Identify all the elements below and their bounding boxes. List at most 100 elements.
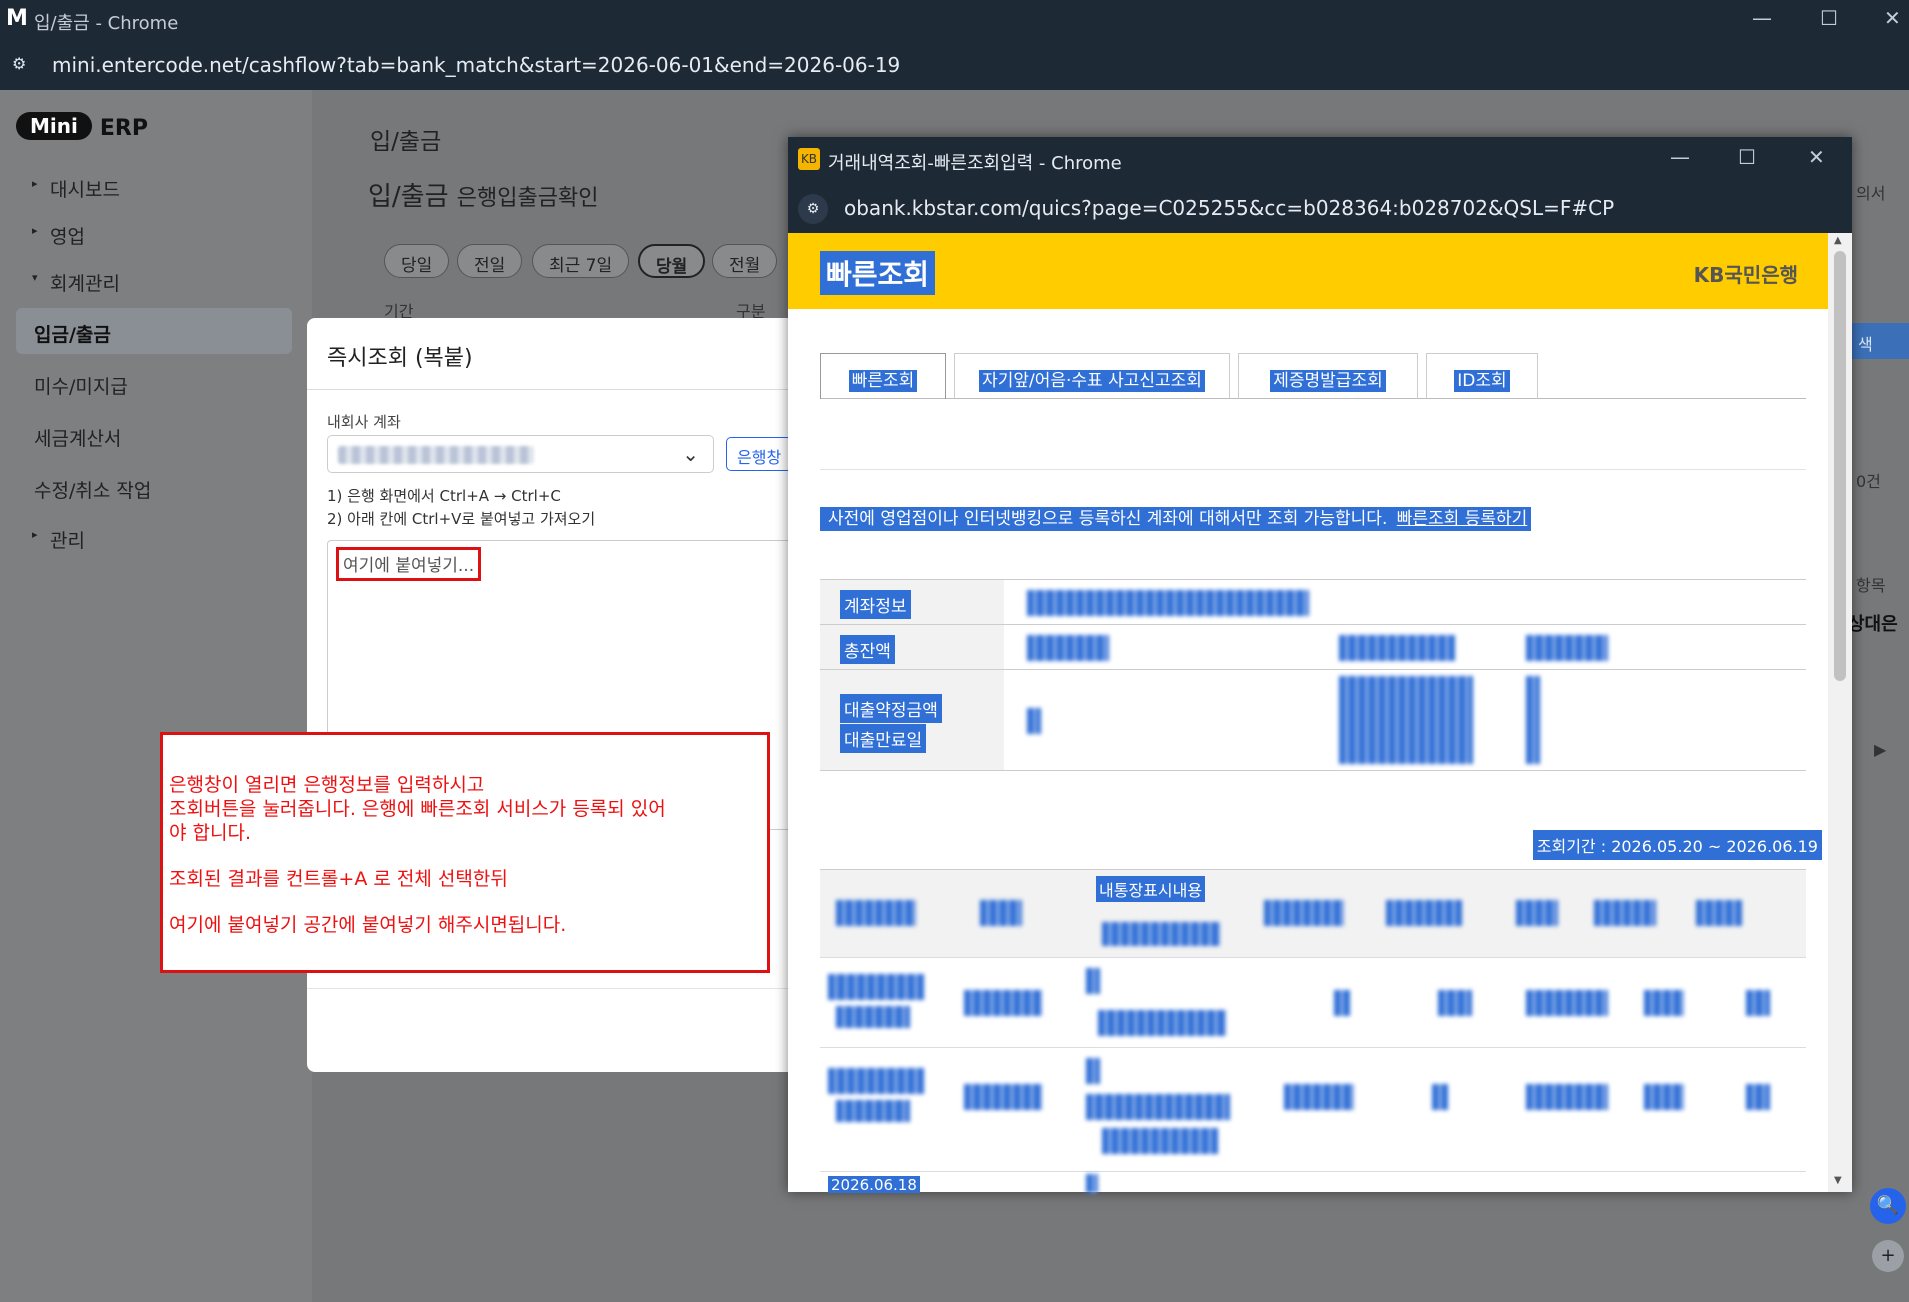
caret-down-icon: ▾ xyxy=(32,271,38,284)
note-line-2: 조회버튼을 눌러줍니다. 은행에 빠른조회 서비스가 등록되 있어 xyxy=(169,798,666,820)
chevron-down-icon: ⌄ xyxy=(682,442,699,466)
popup-site-settings-icon[interactable]: ⚙ xyxy=(798,194,828,224)
page-title: 입/출금 xyxy=(370,129,442,155)
note-line-4: 조회된 결과를 컨트롤+A 로 전체 선택한뒤 xyxy=(169,868,508,890)
loan-due-label: 대출만료일 xyxy=(840,724,927,753)
page-subtitle: 입/출금 은행입출금확인 xyxy=(368,176,598,213)
window-title: 입/출금 - Chrome xyxy=(34,13,179,34)
sidebar-item-label: 대시보드 xyxy=(50,179,120,201)
kb-tabs: 빠른조회 자기앞/어음·수표 사고신고조회 제증명발급조회 ID조회 xyxy=(820,353,1806,399)
popup-minimize-icon[interactable]: — xyxy=(1670,145,1690,169)
brand-erp: ERP xyxy=(99,116,148,141)
sidebar-item-label: 세금계산서 xyxy=(34,428,122,450)
bank-popup-window: KB 거래내역조회-빠른조회입력 - Chrome — ☐ ✕ ⚙ obank.… xyxy=(788,137,1852,1193)
table-header: 내통장표시내용 xyxy=(820,870,1806,958)
divider xyxy=(820,469,1806,470)
caret-right-icon: ▸ xyxy=(32,528,38,541)
popup-titlebar: KB 거래내역조회-빠른조회입력 - Chrome — ☐ ✕ xyxy=(788,137,1852,183)
filter-today[interactable]: 당일 xyxy=(384,244,450,278)
table-row[interactable] xyxy=(820,1048,1806,1172)
instruction-step-1: 1) 은행 화면에서 Ctrl+A → Ctrl+C xyxy=(327,487,561,505)
tab-label: 자기앞/어음·수표 사고신고조회 xyxy=(979,370,1205,392)
tab-label: ID조회 xyxy=(1454,370,1510,392)
add-fab-icon[interactable]: + xyxy=(1872,1240,1904,1272)
brand-logo[interactable]: Mini ERP xyxy=(16,112,148,141)
tab-id-query[interactable]: ID조회 xyxy=(1426,353,1538,399)
popup-address-bar[interactable]: ⚙ obank.kbstar.com/quics?page=C025255&cc… xyxy=(788,183,1852,233)
redacted-value xyxy=(1526,635,1608,661)
popup-url[interactable]: obank.kbstar.com/quics?page=C025255&cc=b… xyxy=(844,196,1614,220)
open-bank-window-button[interactable]: 은행창 xyxy=(726,437,792,471)
sidebar-item-label: 관리 xyxy=(50,530,85,552)
tab-label: 제증명발급조회 xyxy=(1270,370,1386,392)
instruction-annotation: 은행창이 열리면 은행정보를 입력하시고 조회버튼을 눌러줍니다. 은행에 빠른… xyxy=(160,732,770,973)
sidebar-item-dashboard[interactable]: ▸ 대시보드 xyxy=(16,163,292,209)
sidebar-item-label: 회계관리 xyxy=(50,273,120,295)
filter-yesterday[interactable]: 전일 xyxy=(457,244,523,278)
sidebar-item-admin[interactable]: ▸ 관리 xyxy=(16,514,292,560)
maximize-icon[interactable]: ☐ xyxy=(1820,6,1838,30)
popup-maximize-icon[interactable]: ☐ xyxy=(1738,145,1756,169)
account-select[interactable]: ⌄ xyxy=(327,435,714,473)
partial-row-date: 2026.06.18 xyxy=(828,1176,920,1193)
browser-titlebar: M 입/출금 - Chrome — ☐ ✕ xyxy=(0,0,1909,42)
scroll-up-icon[interactable]: ▲ xyxy=(1834,235,1842,246)
tab-certificate[interactable]: 제증명발급조회 xyxy=(1238,353,1418,399)
account-value-redacted xyxy=(338,446,534,464)
page-subtitle-main: 입/출금 xyxy=(368,182,449,212)
sidebar-item-accounting[interactable]: ▾ 회계관리 xyxy=(16,257,292,303)
sidebar-item-label: 수정/취소 작업 xyxy=(34,480,152,502)
filter-this-month[interactable]: 당월 xyxy=(638,244,706,278)
sidebar-item-label: 영업 xyxy=(50,226,85,248)
items-label: 항목 xyxy=(1856,576,1886,595)
total-balance-label: 총잔액 xyxy=(840,635,895,664)
tab-quick-query[interactable]: 빠른조회 xyxy=(820,353,946,399)
redacted-value xyxy=(1027,590,1309,616)
play-icon[interactable]: ▶ xyxy=(1874,740,1886,759)
kb-heading: 빠른조회 xyxy=(820,251,936,295)
right-doc-label: 의서 xyxy=(1856,184,1886,203)
popup-title: 거래내역조회-빠른조회입력 - Chrome xyxy=(828,153,1122,174)
sidebar-item-receivables[interactable]: 미수/미지급 xyxy=(16,360,292,406)
brand-mini: Mini xyxy=(16,112,92,140)
table-row[interactable] xyxy=(820,958,1806,1048)
scrollbar-thumb[interactable] xyxy=(1834,251,1846,681)
kb-favicon-icon: KB xyxy=(798,148,820,170)
app-logo-icon: M xyxy=(6,6,28,31)
url-text[interactable]: mini.entercode.net/cashflow?tab=bank_mat… xyxy=(52,53,900,77)
kb-header: 빠른조회 KB국민은행 xyxy=(788,233,1828,309)
tab-check-report[interactable]: 자기앞/어음·수표 사고신고조회 xyxy=(954,353,1230,399)
account-info-row: 계좌정보 xyxy=(820,579,1806,624)
search-fab-icon[interactable]: 🔍 xyxy=(1870,1188,1906,1224)
note-line-1: 은행창이 열리면 은행정보를 입력하시고 xyxy=(169,774,485,796)
popup-close-icon[interactable]: ✕ xyxy=(1808,145,1825,169)
instruction-step-2: 2) 아래 칸에 Ctrl+V로 붙여넣고 가져오기 xyxy=(327,510,596,528)
loan-row: 대출약정금액 대출만료일 xyxy=(820,669,1806,771)
scroll-down-icon[interactable]: ▼ xyxy=(1834,1175,1842,1186)
register-quick-query-link[interactable]: 빠른조회 등록하기 xyxy=(1397,509,1528,529)
sidebar-item-label: 입금/출금 xyxy=(34,324,111,346)
redacted-value xyxy=(1339,635,1455,661)
kb-bank-logo[interactable]: KB국민은행 xyxy=(1694,259,1798,288)
redacted-value xyxy=(1027,708,1041,734)
tab-label: 빠른조회 xyxy=(848,370,918,392)
note-line-5: 여기에 붙여넣기 공간에 붙여넣기 해주시면됩니다. xyxy=(169,914,567,936)
sidebar-item-corrections[interactable]: 수정/취소 작업 xyxy=(16,464,292,510)
sidebar-item-tax-invoice[interactable]: 세금계산서 xyxy=(16,412,292,458)
filter-last-month[interactable]: 전월 xyxy=(712,244,778,278)
caret-right-icon: ▸ xyxy=(32,224,38,237)
close-icon[interactable]: ✕ xyxy=(1884,6,1901,30)
account-info-label: 계좌정보 xyxy=(840,590,911,619)
page-subtitle-sub: 은행입출금확인 xyxy=(456,186,599,211)
popup-scrollbar[interactable]: ▲ ▼ xyxy=(1828,233,1852,1192)
address-bar[interactable]: ⚙ mini.entercode.net/cashflow?tab=bank_m… xyxy=(0,42,1909,90)
result-count: 0건 xyxy=(1856,472,1881,491)
sidebar-item-cashflow[interactable]: 입금/출금 xyxy=(16,308,292,354)
minimize-icon[interactable]: — xyxy=(1752,6,1772,30)
note-line-3: 야 합니다. xyxy=(169,822,251,844)
sidebar-item-sales[interactable]: ▸ 영업 xyxy=(16,210,292,256)
search-button[interactable]: 색 xyxy=(1852,323,1909,359)
kb-notice: 사전에 영업점이나 인터넷뱅킹으로 등록하신 계좌에 대해서만 조회 가능합니다… xyxy=(820,504,1532,531)
filter-last-7-days[interactable]: 최근 7일 xyxy=(532,244,630,278)
site-settings-icon[interactable]: ⚙ xyxy=(12,54,36,78)
